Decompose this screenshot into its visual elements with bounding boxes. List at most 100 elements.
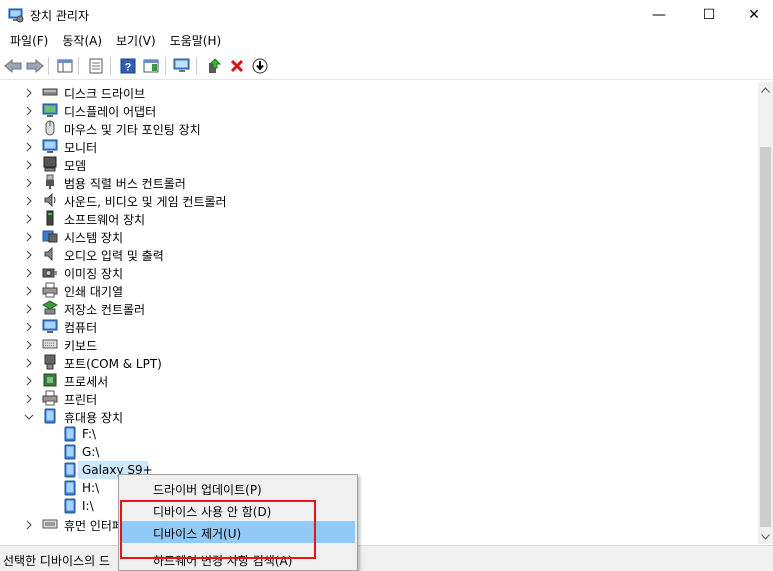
uninstall-device-button[interactable] (227, 56, 247, 76)
action-pane-button[interactable] (141, 56, 161, 76)
chevron-right-icon[interactable] (24, 286, 34, 296)
chevron-right-icon[interactable] (24, 88, 34, 98)
tree-item-label: 저장소 컨트롤러 (64, 303, 146, 317)
chevron-right-icon[interactable] (24, 250, 34, 260)
update-driver-button[interactable] (204, 56, 224, 76)
speaker-icon (44, 192, 56, 208)
chevron-right-icon[interactable] (24, 106, 34, 116)
toolbar-separator (48, 57, 49, 75)
help-button[interactable]: ? (118, 56, 138, 76)
menu-view[interactable]: 보기(V) (109, 30, 163, 51)
scroll-up-button[interactable] (758, 82, 773, 97)
maximize-button[interactable]: ☐ (686, 0, 732, 29)
tree-item-system-devices[interactable]: 시스템 장치 (0, 227, 758, 245)
device-tree[interactable]: 디스크 드라이브 디스플레이 어댑터 마우스 및 기타 포인팅 장치 모니터 모… (0, 82, 758, 544)
scroll-down-button[interactable] (758, 529, 773, 544)
usb-icon (46, 174, 54, 189)
scan-hardware-icon (173, 58, 190, 72)
tree-item-label: 키보드 (64, 339, 98, 353)
tree-item-ports[interactable]: 포트(COM & LPT) (0, 353, 758, 371)
chevron-right-icon[interactable] (24, 340, 34, 350)
disable-device-button[interactable] (250, 56, 270, 76)
tree-item-label: F:\ (82, 427, 97, 441)
chevron-right-icon[interactable] (24, 376, 34, 386)
chevron-right-icon[interactable] (24, 232, 34, 242)
tree-child-g-drive[interactable]: G:\ (0, 443, 758, 461)
menu-action[interactable]: 동작(A) (55, 30, 109, 51)
chevron-right-icon[interactable] (24, 520, 34, 530)
close-button[interactable]: ✕ (731, 0, 773, 29)
tree-item-printers[interactable]: 프린터 (0, 389, 758, 407)
chevron-right-icon[interactable] (24, 124, 34, 134)
menu-help[interactable]: 도움말(H) (163, 30, 229, 51)
tree-child-i-drive[interactable]: I:\ (0, 497, 758, 515)
tree-item-imaging-devices[interactable]: 이미징 장치 (0, 263, 758, 281)
context-scan-hardware[interactable]: 하드웨어 변경 사항 검색(A) (121, 548, 355, 570)
context-disable-device[interactable]: 디바이스 사용 안 함(D) (121, 499, 355, 521)
forward-button[interactable] (25, 56, 45, 76)
chevron-right-icon[interactable] (24, 358, 34, 368)
chevron-right-icon[interactable] (24, 304, 34, 314)
title-bar: 장치 관리자 — ☐ ✕ (0, 0, 773, 29)
tree-item-processors[interactable]: 프로세서 (0, 371, 758, 389)
tree-item-display-adapters[interactable]: 디스플레이 어댑터 (0, 101, 758, 119)
chevron-right-icon[interactable] (24, 322, 34, 332)
tree-item-label: 오디오 입력 및 출력 (64, 249, 164, 263)
vertical-scrollbar[interactable] (758, 82, 773, 544)
chevron-right-icon[interactable] (24, 394, 34, 404)
properties-button[interactable] (86, 56, 106, 76)
portable-device-icon (64, 480, 76, 496)
minimize-icon: — (652, 6, 666, 23)
chevron-right-icon[interactable] (24, 268, 34, 278)
tree-item-storage-controllers[interactable]: 저장소 컨트롤러 (0, 299, 758, 317)
processor-icon (43, 373, 57, 387)
tree-item-label: 디스크 드라이브 (64, 87, 146, 101)
tree-item-audio-io[interactable]: 오디오 입력 및 출력 (0, 245, 758, 263)
tree-item-hid[interactable]: 휴먼 인터페이스 장치 (0, 515, 758, 533)
mouse-icon (45, 120, 55, 136)
tree-item-label: 이미징 장치 (64, 267, 124, 281)
context-item-label: 디바이스 제거(U) (153, 527, 242, 541)
toolbar-separator (110, 57, 111, 75)
tree-item-modems[interactable]: 모뎀 (0, 155, 758, 173)
context-item-label: 드라이버 업데이트(P) (153, 483, 262, 497)
tree-child-h-drive[interactable]: H:\ (0, 479, 758, 497)
system-device-icon (42, 230, 58, 243)
camera-icon (42, 268, 57, 278)
tree-item-software-devices[interactable]: 소프트웨어 장치 (0, 209, 758, 227)
portable-device-icon (64, 426, 76, 442)
properties-icon (89, 58, 103, 74)
chevron-down-icon[interactable] (24, 412, 34, 422)
tree-item-label: 사운드, 비디오 및 게임 컨트롤러 (64, 195, 227, 209)
scroll-up-arrow-icon (761, 86, 770, 93)
tree-item-label: 모니터 (64, 141, 98, 155)
tree-item-portable-devices[interactable]: 휴대용 장치 (0, 407, 758, 425)
tree-item-print-queues[interactable]: 인쇄 대기열 (0, 281, 758, 299)
menu-file[interactable]: 파일(F) (3, 30, 55, 51)
software-device-icon (46, 210, 54, 226)
chevron-right-icon[interactable] (24, 196, 34, 206)
tree-item-keyboards[interactable]: 키보드 (0, 335, 758, 353)
back-button[interactable] (3, 56, 23, 76)
chevron-right-icon[interactable] (24, 142, 34, 152)
tree-child-galaxy-s9[interactable]: Galaxy S9+ (0, 461, 758, 479)
tree-item-mice[interactable]: 마우스 및 기타 포인팅 장치 (0, 119, 758, 137)
minimize-button[interactable]: — (636, 0, 682, 29)
tree-item-sound-video-game[interactable]: 사운드, 비디오 및 게임 컨트롤러 (0, 191, 758, 209)
chevron-right-icon[interactable] (24, 214, 34, 224)
portable-device-icon (64, 498, 76, 514)
tree-child-f-drive[interactable]: F:\ (0, 425, 758, 443)
context-update-driver[interactable]: 드라이버 업데이트(P) (121, 477, 355, 499)
portable-device-icon (64, 462, 76, 478)
chevron-right-icon[interactable] (24, 178, 34, 188)
show-hide-console-tree-button[interactable] (55, 56, 75, 76)
tree-item-computer[interactable]: 컴퓨터 (0, 317, 758, 335)
tree-item-usb-controllers[interactable]: 범용 직렬 버스 컨트롤러 (0, 173, 758, 191)
context-uninstall-device[interactable]: 디바이스 제거(U) (121, 521, 355, 543)
scrollbar-thumb[interactable] (760, 147, 771, 527)
tree-item-disk-drives[interactable]: 디스크 드라이브 (0, 83, 758, 101)
scan-hardware-button[interactable] (172, 56, 192, 76)
tree-item-monitors[interactable]: 모니터 (0, 137, 758, 155)
tree-item-label: 모뎀 (64, 159, 87, 173)
chevron-right-icon[interactable] (24, 160, 34, 170)
